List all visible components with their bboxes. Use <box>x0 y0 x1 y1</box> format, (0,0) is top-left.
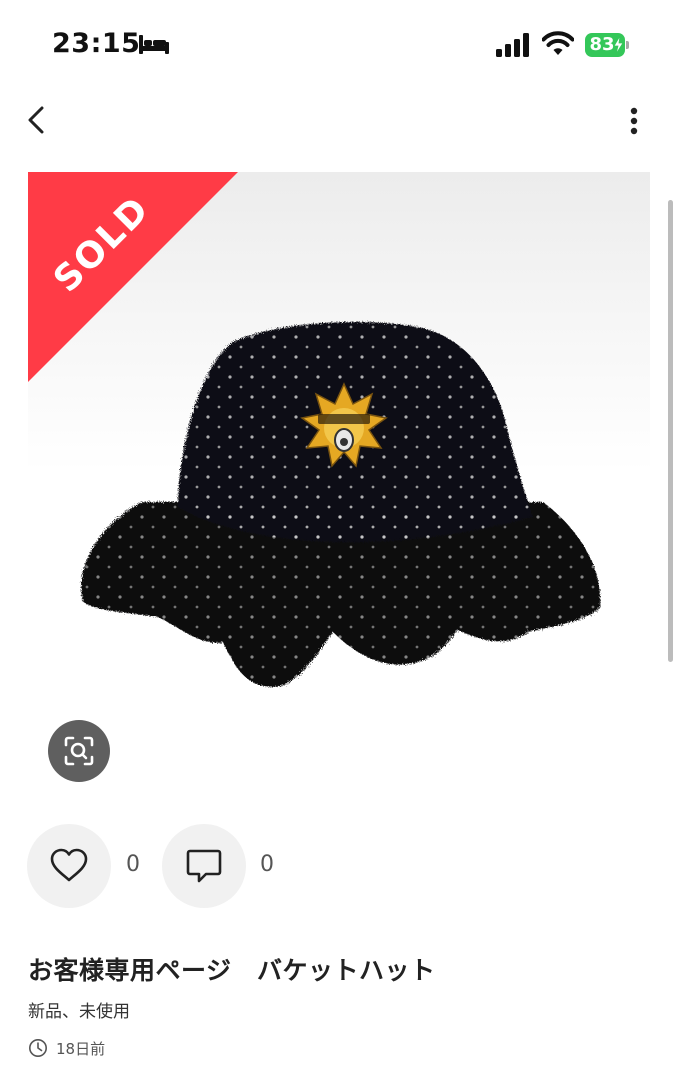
comment-count: 0 <box>260 852 274 877</box>
back-button[interactable] <box>18 100 58 140</box>
scrollbar[interactable] <box>668 200 673 662</box>
charging-bolt-icon <box>613 36 624 54</box>
wifi-icon <box>542 31 574 55</box>
like-count: 0 <box>126 852 140 877</box>
comment-button[interactable] <box>162 824 246 908</box>
product-image[interactable]: SOLD <box>28 172 650 792</box>
vertical-ellipsis-icon <box>630 107 638 135</box>
item-title: お客様専用ページ バケットハット <box>28 956 436 985</box>
sold-banner: SOLD <box>28 172 238 382</box>
image-search-icon <box>64 736 94 766</box>
image-search-button[interactable] <box>48 720 110 782</box>
item-condition: 新品、未使用 <box>28 1002 130 1022</box>
sleep-focus-icon <box>139 35 169 54</box>
cellular-signal-icon <box>496 33 529 57</box>
chevron-left-icon <box>28 106 44 134</box>
status-time: 23:15 <box>52 28 141 59</box>
posted-time: 18日前 <box>56 1040 106 1058</box>
battery-cap <box>626 41 629 49</box>
battery-indicator: 83 <box>585 33 631 57</box>
speech-bubble-icon <box>186 849 222 883</box>
like-button[interactable] <box>27 824 111 908</box>
status-bar: 23:15 83 <box>0 0 680 92</box>
clock-icon <box>29 1039 47 1057</box>
more-options-button[interactable] <box>616 100 652 140</box>
heart-icon <box>50 848 88 882</box>
